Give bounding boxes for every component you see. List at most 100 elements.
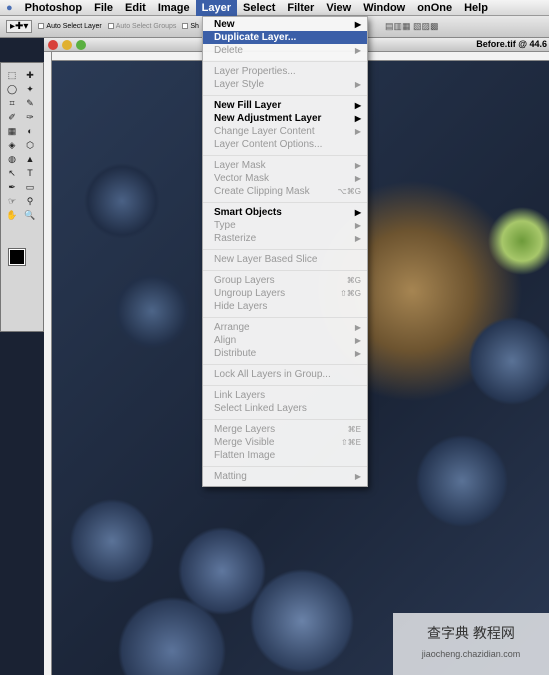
auto-select-layer-checkbox[interactable]: Auto Select Layer (38, 23, 102, 30)
submenu-arrow-icon: ▶ (354, 46, 361, 55)
menu-item-arrange[interactable]: Arrange ▶ (203, 321, 367, 334)
menu-item-merge-layers[interactable]: Merge Layers ⌘E (203, 423, 367, 436)
apple-icon[interactable]: ● (0, 0, 19, 16)
menu-item-align[interactable]: Align ▶ (203, 334, 367, 347)
tool-icon[interactable]: ◈ (5, 139, 19, 151)
menu-file[interactable]: File (88, 0, 119, 16)
menu-item-label: Select Linked Layers (214, 403, 307, 414)
tool-icon[interactable]: ⚲ (23, 195, 37, 207)
menu-item-new[interactable]: New ▶ (203, 18, 367, 31)
menu-item-label: Create Clipping Mask (214, 186, 310, 197)
move-tool-icon[interactable]: ▸✚▾ (6, 20, 33, 33)
tool-icon[interactable]: ◐ (23, 125, 37, 137)
menu-item-label: Rasterize (214, 233, 257, 244)
menu-item-flatten-image[interactable]: Flatten Image (203, 449, 367, 462)
submenu-arrow-icon: ▶ (354, 472, 361, 481)
menu-item-layer-properties[interactable]: Layer Properties... (203, 65, 367, 78)
vertical-ruler[interactable] (44, 52, 52, 675)
menu-item-distribute[interactable]: Distribute ▶ (203, 347, 367, 360)
menu-item-matting[interactable]: Matting ▶ (203, 470, 367, 483)
tool-icon[interactable]: ✑ (23, 111, 37, 123)
tool-icon[interactable]: ⬚ (5, 69, 19, 81)
menu-photoshop[interactable]: Photoshop (19, 0, 88, 16)
zoom-button[interactable] (76, 40, 86, 50)
minimize-button[interactable] (62, 40, 72, 50)
submenu-arrow-icon: ▶ (354, 101, 361, 110)
tool-icon[interactable]: ✦ (23, 83, 37, 95)
menu-item-label: Duplicate Layer... (214, 32, 297, 43)
menu-item-group-layers[interactable]: Group Layers ⌘G (203, 274, 367, 287)
menu-item-new-adjustment-layer[interactable]: New Adjustment Layer ▶ (203, 112, 367, 125)
tool-icon[interactable]: ✒ (5, 181, 19, 193)
menu-item-label: Layer Properties... (214, 66, 296, 77)
tool-icon[interactable]: ◯ (5, 83, 19, 95)
tool-icon[interactable]: T (23, 167, 37, 179)
menu-image[interactable]: Image (152, 0, 196, 16)
menu-item-layer-style[interactable]: Layer Style ▶ (203, 78, 367, 91)
foreground-color-swatch[interactable] (8, 248, 26, 266)
menu-item-hide-layers[interactable]: Hide Layers (203, 300, 367, 313)
tool-icon[interactable]: ▦ (5, 125, 19, 137)
menu-item-label: Ungroup Layers (214, 288, 286, 299)
submenu-arrow-icon: ▶ (354, 161, 361, 170)
tool-icon[interactable]: ⬡ (23, 139, 37, 151)
submenu-arrow-icon: ▶ (354, 208, 361, 217)
tool-icon[interactable]: ☞ (5, 195, 19, 207)
align-buttons[interactable]: ▤▥▦ ▧▨▩ (385, 21, 439, 32)
menu-view[interactable]: View (320, 0, 357, 16)
auto-select-groups-checkbox[interactable]: Auto Select Groups (107, 23, 176, 30)
menu-item-delete[interactable]: Delete ▶ (203, 44, 367, 57)
menu-onone[interactable]: onOne (411, 0, 458, 16)
menu-item-new-layer-based-slice[interactable]: New Layer Based Slice (203, 253, 367, 266)
tool-icon[interactable]: ◍ (5, 153, 19, 165)
tool-icon[interactable]: ✋ (5, 209, 19, 221)
menu-item-label: Delete (214, 45, 243, 56)
show-transform-checkbox[interactable]: Sh (182, 23, 199, 30)
tool-icon[interactable]: ↖ (5, 167, 19, 179)
menu-item-smart-objects[interactable]: Smart Objects ▶ (203, 206, 367, 219)
menu-item-label: Merge Layers (214, 424, 276, 435)
menu-filter[interactable]: Filter (281, 0, 320, 16)
menu-separator (203, 466, 367, 467)
tool-icon[interactable]: ▲ (23, 153, 37, 165)
menu-separator (203, 419, 367, 420)
submenu-arrow-icon: ▶ (354, 80, 361, 89)
menu-select[interactable]: Select (237, 0, 281, 16)
tool-icon[interactable]: ⌗ (5, 97, 19, 109)
menu-item-rasterize[interactable]: Rasterize ▶ (203, 232, 367, 245)
menu-item-layer-mask[interactable]: Layer Mask ▶ (203, 159, 367, 172)
layer-menu-dropdown: New ▶ Duplicate Layer... Delete ▶ Layer Prope… (202, 16, 368, 487)
menu-item-type[interactable]: Type ▶ (203, 219, 367, 232)
menu-item-merge-visible[interactable]: Merge Visible ⇧⌘E (203, 436, 367, 449)
menu-item-label: Change Layer Content (214, 126, 315, 137)
menu-window[interactable]: Window (357, 0, 411, 16)
tool-icon[interactable]: ✚ (23, 69, 37, 81)
tool-icon[interactable]: ▭ (23, 181, 37, 193)
close-button[interactable] (48, 40, 58, 50)
tool-icon[interactable]: ✎ (23, 97, 37, 109)
menu-item-label: New (214, 19, 235, 30)
menu-item-ungroup-layers[interactable]: Ungroup Layers ⇧⌘G (203, 287, 367, 300)
menu-item-link-layers[interactable]: Link Layers (203, 389, 367, 402)
tool-icon[interactable]: 🔍 (23, 209, 37, 221)
tool-icon[interactable]: ✐ (5, 111, 19, 123)
menu-edit[interactable]: Edit (119, 0, 152, 16)
menu-item-create-clipping-mask[interactable]: Create Clipping Mask ⌥⌘G (203, 185, 367, 198)
document-title: Before.tif @ 44.6 (476, 39, 547, 49)
menu-layer[interactable]: Layer (195, 0, 237, 16)
menu-item-change-layer-content[interactable]: Change Layer Content ▶ (203, 125, 367, 138)
menu-item-layer-content-options[interactable]: Layer Content Options... (203, 138, 367, 151)
menu-separator (203, 61, 367, 62)
submenu-arrow-icon: ▶ (354, 234, 361, 243)
menu-item-lock-all-layers-in-group[interactable]: Lock All Layers in Group... (203, 368, 367, 381)
shortcut-label: ⌥⌘G (337, 187, 361, 196)
menu-separator (203, 202, 367, 203)
submenu-arrow-icon: ▶ (354, 336, 361, 345)
menu-item-vector-mask[interactable]: Vector Mask ▶ (203, 172, 367, 185)
submenu-arrow-icon: ▶ (354, 114, 361, 123)
menu-item-select-linked-layers[interactable]: Select Linked Layers (203, 402, 367, 415)
menu-item-new-fill-layer[interactable]: New Fill Layer ▶ (203, 99, 367, 112)
menu-help[interactable]: Help (458, 0, 494, 16)
menu-item-label: Layer Content Options... (214, 139, 323, 150)
menu-item-duplicate-layer[interactable]: Duplicate Layer... (203, 31, 367, 44)
